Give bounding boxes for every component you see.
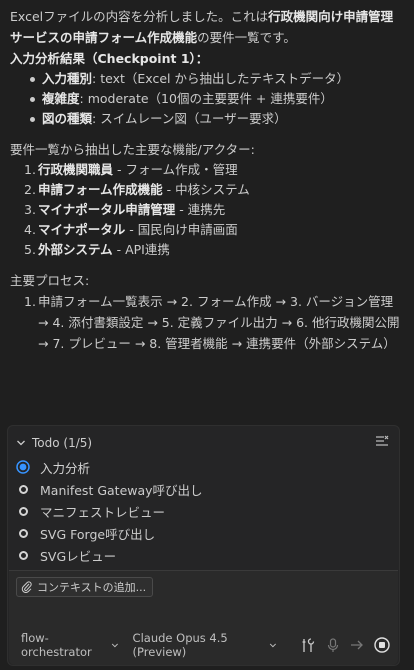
paperclip-icon bbox=[21, 581, 32, 593]
actors-heading: 要件一覧から抽出した主要な機能/アクター: bbox=[10, 142, 255, 157]
actor-desc: - 中核システム bbox=[162, 182, 250, 197]
actor-item: 3. マイナポータル申請管理 - 連携先 bbox=[24, 200, 404, 220]
todo-list: 入力分析 Manifest Gateway呼び出し マニフェストレビュー SVG… bbox=[16, 456, 391, 566]
todo-label: SVGレビュー bbox=[40, 548, 117, 564]
chat-input[interactable]: コンテキストの追加... flow-orchestrator Claude Op… bbox=[9, 570, 398, 665]
actor-label: 申請フォーム作成機能 bbox=[38, 182, 163, 197]
chevron-down-icon bbox=[111, 643, 118, 647]
actor-label: 外部システム bbox=[38, 242, 113, 257]
todo-item[interactable]: Manifest Gateway呼び出し bbox=[16, 478, 391, 500]
actor-label: マイナポータル申請管理 bbox=[38, 202, 176, 217]
microphone-icon[interactable] bbox=[326, 637, 340, 653]
pending-circle-icon bbox=[19, 528, 28, 538]
actor-num: 2. bbox=[24, 182, 36, 197]
actor-num: 4. bbox=[24, 222, 36, 237]
analysis-label: 入力種別 bbox=[42, 71, 93, 86]
chat-panel: Todo (1/5) 入力分析 Manifest Gateway呼び出し マニフ… bbox=[7, 425, 400, 666]
analysis-heading: 入力分析結果（Checkpoint 1）： bbox=[10, 48, 404, 69]
process-item: 1. 申請フォーム一覧表示 → 2. フォーム作成 → 3. バージョン管理 → … bbox=[24, 291, 404, 354]
send-arrow-icon[interactable] bbox=[350, 637, 364, 653]
stop-icon[interactable] bbox=[374, 637, 390, 653]
actor-desc: - API連携 bbox=[112, 242, 170, 257]
todo-item[interactable]: マニフェストレビュー bbox=[16, 500, 391, 522]
chat-response: Excelファイルの内容を分析しました。これは行政機関向け申請管理サービスの申請… bbox=[0, 0, 414, 420]
todo-label: 入力分析 bbox=[40, 460, 91, 476]
actor-label: マイナポータル bbox=[38, 222, 126, 237]
pending-circle-icon bbox=[19, 550, 28, 560]
process-num: 1. bbox=[24, 294, 36, 309]
todo-label: Manifest Gateway呼び出し bbox=[40, 482, 203, 498]
actor-item: 5. 外部システム - API連携 bbox=[24, 240, 404, 260]
model-label: Claude Opus 4.5 (Preview) bbox=[132, 631, 228, 659]
analysis-label: 図の種類 bbox=[42, 111, 93, 126]
actor-label: 行政機関職員 bbox=[38, 162, 114, 177]
analysis-item: 入力種別: text（Excel から抽出したテキストデータ） bbox=[30, 69, 404, 89]
process-list: 1. 申請フォーム一覧表示 → 2. フォーム作成 → 3. バージョン管理 → … bbox=[24, 291, 404, 354]
actors-list: 1. 行政機関職員 - フォーム作成・管理 2. 申請フォーム作成機能 - 中核シス… bbox=[24, 160, 404, 260]
add-context-label: コンテキストの追加... bbox=[37, 581, 147, 594]
actor-item: 1. 行政機関職員 - フォーム作成・管理 bbox=[24, 160, 404, 180]
todo-label: マニフェストレビュー bbox=[40, 504, 166, 520]
model-picker[interactable]: Claude Opus 4.5 (Preview) bbox=[133, 631, 277, 659]
actor-item: 2. 申請フォーム作成機能 - 中核システム bbox=[24, 180, 404, 200]
tools-icon[interactable] bbox=[301, 637, 316, 653]
in-progress-icon bbox=[16, 460, 30, 474]
chevron-down-icon bbox=[269, 643, 277, 647]
analysis-item: 図の種類: スイムレーン図（ユーザー要求） bbox=[30, 109, 404, 129]
actor-item: 4. マイナポータル - 国民向け申請画面 bbox=[24, 220, 404, 240]
todo-item[interactable]: 入力分析 bbox=[16, 456, 391, 478]
agent-label: flow-orchestrator bbox=[21, 631, 92, 659]
intro-part2: の要件一覧です。 bbox=[197, 30, 296, 45]
analysis-heading-text: 入力分析結果（Checkpoint 1）： bbox=[10, 51, 209, 66]
todo-header[interactable]: Todo (1/5) bbox=[16, 434, 92, 452]
analysis-label: 複雑度 bbox=[42, 91, 80, 106]
clear-list-icon[interactable] bbox=[375, 435, 389, 447]
analysis-value: : moderate（10個の主要要件 + 連携要件） bbox=[79, 91, 333, 106]
pending-circle-icon bbox=[19, 506, 28, 516]
actor-num: 1. bbox=[24, 162, 36, 177]
analysis-list: 入力種別: text（Excel から抽出したテキストデータ） 複雑度: mod… bbox=[30, 69, 404, 129]
intro-part1: Excelファイルの内容を分析しました。これは bbox=[10, 9, 269, 24]
actor-num: 5. bbox=[24, 242, 36, 257]
todo-label: SVG Forge呼び出し bbox=[40, 526, 156, 542]
pending-circle-icon bbox=[19, 484, 28, 494]
actor-desc: - 国民向け申請画面 bbox=[125, 222, 238, 237]
actor-desc: - フォーム作成・管理 bbox=[113, 162, 238, 177]
todo-item[interactable]: SVGレビュー bbox=[16, 544, 391, 566]
analysis-value: : スイムレーン図（ユーザー要求） bbox=[92, 111, 287, 126]
todo-item[interactable]: SVG Forge呼び出し bbox=[16, 522, 391, 544]
analysis-item: 複雑度: moderate（10個の主要要件 + 連携要件） bbox=[30, 89, 404, 109]
intro-text: Excelファイルの内容を分析しました。これは行政機関向け申請管理サービスの申請… bbox=[10, 6, 404, 48]
todo-title: Todo (1/5) bbox=[32, 436, 93, 450]
agent-picker[interactable]: flow-orchestrator bbox=[21, 631, 119, 659]
process-heading: 主要プロセス: bbox=[10, 273, 90, 288]
actor-desc: - 連携先 bbox=[175, 202, 226, 217]
actor-num: 3. bbox=[24, 202, 36, 217]
add-context-button[interactable]: コンテキストの追加... bbox=[16, 577, 154, 597]
analysis-value: : text（Excel から抽出したテキストデータ） bbox=[92, 71, 350, 86]
process-text: 申請フォーム一覧表示 → 2. フォーム作成 → 3. バージョン管理 → 4.… bbox=[38, 294, 400, 351]
chevron-down-icon bbox=[17, 440, 25, 446]
chat-toolbar: flow-orchestrator Claude Opus 4.5 (Previ… bbox=[21, 631, 390, 659]
